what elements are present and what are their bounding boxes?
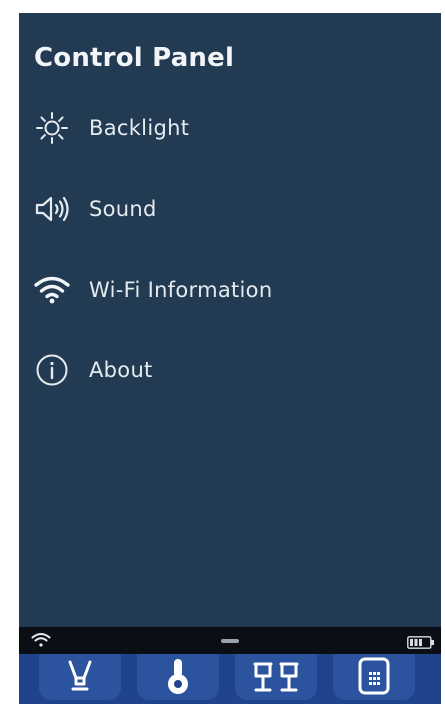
battery-icon [407,634,435,653]
menu-label-wifi-information: Wi-Fi Information [89,278,273,302]
menu-label-sound: Sound [89,197,157,221]
lightbulb-icon [64,658,96,698]
panel-title: Control Panel [34,43,235,73]
thermometer-icon [163,657,193,699]
menu-item-backlight[interactable]: Backlight [33,104,413,152]
status-wifi-icon [31,632,51,652]
menu-item-wifi-information[interactable]: Wi-Fi Information [33,266,413,314]
bottom-dock [19,654,441,704]
speaker-icon [33,190,71,228]
status-bar [19,627,441,654]
dock-button-lights[interactable] [39,654,121,702]
info-icon [33,351,71,389]
sun-icon [33,109,71,147]
dock-button-plugs[interactable] [235,654,317,702]
menu-label-about: About [89,358,153,382]
dock-button-temperature[interactable] [137,654,219,702]
menu-item-about[interactable]: About [33,346,413,394]
control-panel: Control Panel Backlight Sound Wi-Fi Info… [19,13,441,627]
plug-icon [251,658,301,698]
menu-label-backlight: Backlight [89,116,190,140]
remote-icon [357,656,391,700]
wifi-icon [33,271,71,309]
dock-button-remote[interactable] [333,654,415,702]
drag-handle-icon[interactable] [221,639,239,643]
menu-item-sound[interactable]: Sound [33,185,413,233]
